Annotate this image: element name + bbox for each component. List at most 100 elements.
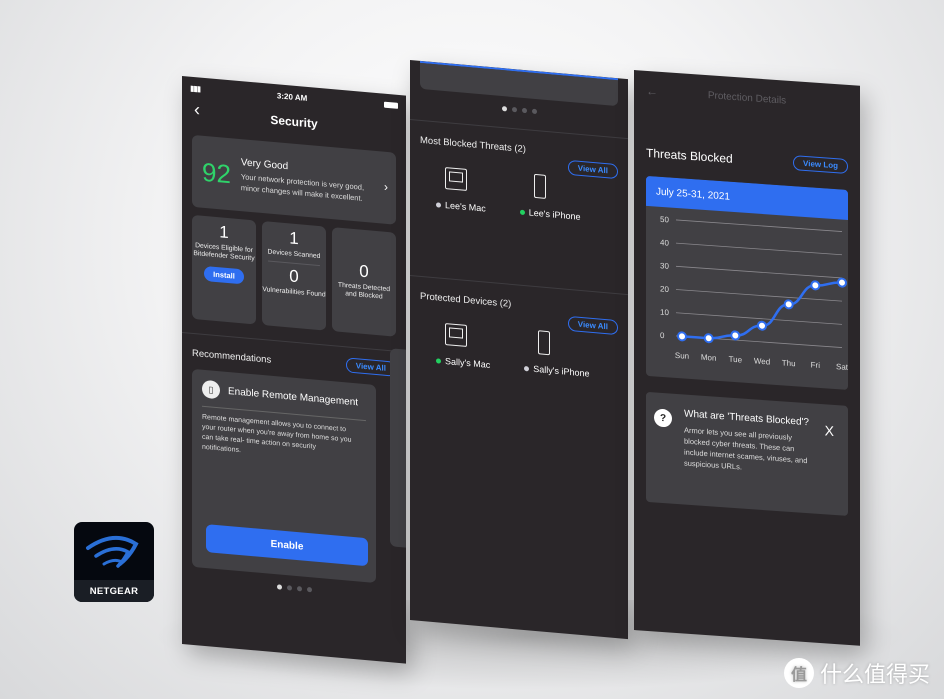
wifi-swoosh-icon <box>86 536 139 568</box>
stat-label: Threats Detected and Blocked <box>337 281 391 301</box>
device-name: Lee's iPhone <box>528 207 581 222</box>
page-dot[interactable] <box>286 585 292 591</box>
back-icon[interactable]: ‹ <box>194 99 200 121</box>
recommendations-heading: Recommendations <box>192 347 272 366</box>
y-tick-label: 30 <box>660 261 669 271</box>
y-tick-label: 20 <box>660 284 669 294</box>
data-point[interactable] <box>837 277 847 288</box>
info-card: ? What are 'Threats Blocked'? Armor lets… <box>646 391 848 516</box>
stat-value-vulnerabilities: 0 <box>289 266 299 287</box>
brand-name: NETGEAR <box>74 580 154 602</box>
x-tick-label: Tue <box>729 355 743 365</box>
install-button[interactable]: Install <box>204 265 244 285</box>
device-item[interactable]: Lee's iPhone <box>519 171 581 222</box>
status-time: 3:20 AM <box>276 90 308 103</box>
device-item[interactable]: Lee's Mac <box>436 163 486 214</box>
computer-icon <box>445 167 467 191</box>
y-tick-label: 50 <box>660 215 669 225</box>
protected-devices-section: Protected Devices (2) View All Sally's M… <box>410 275 628 435</box>
score-value: 92 <box>202 156 231 189</box>
x-tick-label: Mon <box>701 353 717 363</box>
back-arrow-icon[interactable]: ← <box>646 84 658 99</box>
y-tick-label: 10 <box>660 308 669 318</box>
battery-icon <box>383 101 398 109</box>
data-point[interactable] <box>703 333 714 344</box>
stat-scanned-devices: 1 Devices Scanned 0 Vulnerabilities Foun… <box>262 220 326 331</box>
page-dot[interactable] <box>531 108 537 115</box>
status-dot <box>436 357 441 364</box>
y-tick-label: 40 <box>660 238 669 248</box>
stat-label: Devices Scanned <box>267 248 321 260</box>
signal-icon: ▮▮▮ <box>190 83 201 94</box>
phone-security-screen: ▮▮▮ 3:20 AM ‹ Security 92 Very Good Your… <box>182 76 406 664</box>
page-dot[interactable] <box>501 106 507 112</box>
watermark: 值 什么值得买 <box>783 657 930 689</box>
device-item[interactable]: Sally's Mac <box>436 319 490 370</box>
watermark-badge: 值 <box>783 658 814 688</box>
page-dot[interactable] <box>276 584 282 590</box>
data-point[interactable] <box>810 280 821 291</box>
data-point[interactable] <box>677 331 687 342</box>
page-title: Security <box>270 112 318 131</box>
stat-label-vulnerabilities: Vulnerabilities Found <box>262 285 326 299</box>
page-title: Protection Details <box>707 89 787 107</box>
stat-label: Devices Eligible for Bitdefender Securit… <box>193 241 255 263</box>
stat-eligible-devices: 1 Devices Eligible for Bitdefender Secur… <box>192 214 256 325</box>
data-point[interactable] <box>757 320 767 331</box>
enable-button[interactable]: Enable <box>206 524 368 567</box>
info-description: Armor lets you see all previously blocke… <box>684 425 808 472</box>
x-tick-label: Sat <box>836 362 848 372</box>
page-dot[interactable] <box>511 106 517 113</box>
threats-blocked-heading: Threats Blocked <box>646 145 733 166</box>
question-icon: ? <box>654 408 672 428</box>
x-tick-label: Thu <box>782 358 796 368</box>
recommendation-card: ▯ Enable Remote Management Remote manage… <box>192 368 376 583</box>
y-tick-label: 0 <box>660 331 665 340</box>
phone-devices-screen: Most Blocked Threats (2) View All Lee's … <box>410 60 628 640</box>
close-icon[interactable]: X <box>825 422 834 439</box>
phone-protection-details-screen: ← Protection Details Threats Blocked Vie… <box>634 70 860 646</box>
next-card-peek[interactable] <box>390 348 406 548</box>
x-tick-label: Fri <box>811 360 821 370</box>
gridline <box>676 242 842 256</box>
recommendation-title: Enable Remote Management <box>228 385 359 408</box>
stat-threats-blocked: 0 Threats Detected and Blocked <box>332 227 396 337</box>
chevron-right-icon: › <box>384 179 388 195</box>
data-point[interactable] <box>783 299 794 310</box>
page-dot[interactable] <box>306 586 312 593</box>
view-log-button[interactable]: View Log <box>793 155 848 174</box>
status-dot <box>524 365 530 371</box>
threats-line-chart: 0 10 20 30 40 50 Sun Mon Tue Wed Thu Fri Sat <box>660 215 848 372</box>
page-dot[interactable] <box>296 586 302 592</box>
status-dot <box>519 209 525 215</box>
previous-card-strip <box>420 60 618 107</box>
threats-chart-card: July 25-31, 2021 0 10 20 30 40 50 Sun Mon Tue Wed… <box>646 175 848 390</box>
device-name: Sally's iPhone <box>533 363 590 379</box>
watermark-text: 什么值得买 <box>819 662 930 687</box>
stats-row: 1 Devices Eligible for Bitdefender Secur… <box>192 214 396 337</box>
data-point[interactable] <box>730 330 741 341</box>
most-blocked-section: Most Blocked Threats (2) View All Lee's … <box>410 119 628 279</box>
phone-icon <box>533 173 546 199</box>
status-dot <box>436 201 441 208</box>
x-tick-label: Wed <box>754 356 770 366</box>
most-blocked-heading: Most Blocked Threats (2) <box>420 134 526 156</box>
protection-score-card[interactable]: 92 Very Good Your network protection is … <box>192 134 396 225</box>
view-all-button[interactable]: View All <box>345 357 396 377</box>
divider <box>268 260 320 267</box>
device-name: Lee's Mac <box>445 200 486 214</box>
page-dot[interactable] <box>521 107 527 114</box>
stat-value: 1 <box>289 228 299 249</box>
gridline <box>676 289 842 302</box>
protected-devices-heading: Protected Devices (2) <box>420 290 512 310</box>
gridline <box>676 265 842 279</box>
recommendation-description: Remote management allows you to connect … <box>202 413 352 455</box>
netgear-app-logo: NETGEAR <box>74 522 154 602</box>
stat-value: 0 <box>359 261 369 282</box>
computer-icon <box>445 323 467 347</box>
phone-icon <box>538 330 551 356</box>
x-tick-label: Sun <box>675 351 689 361</box>
stat-value: 1 <box>219 222 229 243</box>
device-item[interactable]: Sally's iPhone <box>524 327 589 379</box>
device-name: Sally's Mac <box>445 356 491 371</box>
